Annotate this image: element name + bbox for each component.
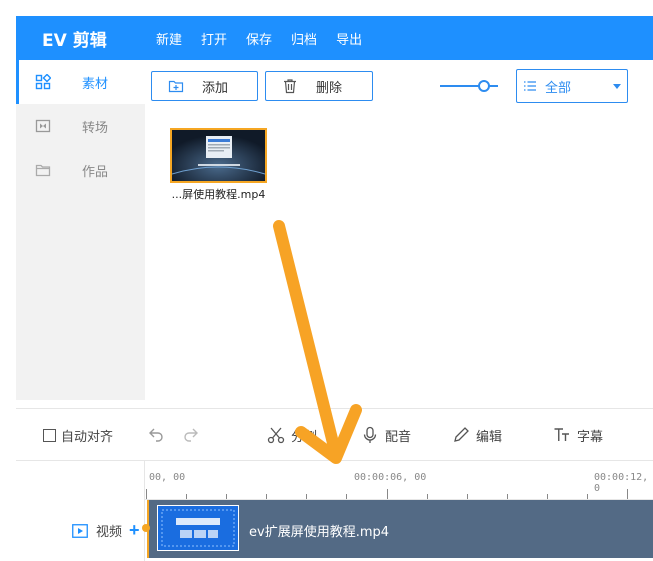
video-track-icon (72, 523, 88, 538)
add-folder-icon (168, 78, 184, 94)
ruler-tick (627, 489, 628, 499)
tick-label: 00, 00 (149, 472, 186, 483)
redo-icon (182, 425, 200, 446)
menu-new[interactable]: 新建 (156, 29, 182, 48)
pencil-icon (452, 426, 470, 444)
split-label: 分割 (291, 429, 318, 445)
sidebar-item-transitions[interactable]: 转场 (16, 104, 145, 148)
ruler-tick (186, 494, 187, 499)
dub-button[interactable]: 配音 (361, 409, 411, 461)
undo-icon (147, 425, 165, 446)
sidebar-item-label: 作品 (82, 164, 109, 180)
media-item-name: ...屏使用教程.mp4 (171, 188, 266, 201)
subtitle-button[interactable]: 字幕 (553, 409, 603, 461)
ruler-tick (547, 494, 548, 499)
zoom-slider-knob[interactable] (478, 80, 490, 92)
text-icon (553, 426, 571, 444)
auto-align-checkbox[interactable]: 自动对齐 (43, 409, 113, 461)
playhead-handle[interactable] (142, 524, 150, 532)
menu-export[interactable]: 导出 (336, 29, 362, 48)
menu-open[interactable]: 打开 (201, 29, 227, 48)
checkbox-box[interactable] (43, 428, 56, 442)
filter-select[interactable]: 全部 (516, 69, 628, 103)
folder-icon (35, 162, 51, 178)
add-button-label: 添加 (202, 80, 229, 96)
scissors-icon (267, 426, 285, 444)
sidebar-item-materials[interactable]: 素材 (16, 60, 145, 104)
edit-label: 编辑 (476, 429, 503, 445)
ruler-tick (387, 489, 388, 499)
grid-icon (35, 74, 51, 90)
menu-archive[interactable]: 归档 (291, 29, 317, 48)
chevron-down-icon (613, 83, 621, 89)
add-track-icon[interactable]: + (129, 520, 140, 541)
video-track-label: 视频 (96, 525, 123, 540)
sidebar: 素材 转场 作品 (16, 60, 145, 400)
ruler-tick (146, 489, 147, 499)
clip-name: ev扩展屏使用教程.mp4 (249, 525, 390, 540)
dub-label: 配音 (385, 429, 412, 445)
ruler-tick (467, 494, 468, 499)
subtitle-label: 字幕 (577, 429, 604, 445)
clip-thumbnail (157, 505, 239, 551)
ruler-tick (507, 494, 508, 499)
trash-icon (282, 78, 298, 94)
video-track-header: 视频 + (16, 500, 145, 561)
tick-label: 00:00:06, 00 (354, 472, 427, 483)
media-item[interactable]: ...屏使用教程.mp4 (170, 128, 267, 202)
menu-save[interactable]: 保存 (246, 29, 272, 48)
sidebar-item-label: 转场 (82, 120, 109, 136)
ruler-tick (587, 494, 588, 499)
edit-toolbar: 自动对齐 分割 配音 编辑 字幕 (16, 408, 653, 460)
video-clip[interactable]: ev扩展屏使用教程.mp4 (147, 500, 653, 558)
ruler-tick (226, 494, 227, 499)
sidebar-item-label: 素材 (82, 76, 109, 92)
microphone-icon (361, 426, 379, 444)
sidebar-item-works[interactable]: 作品 (16, 148, 145, 192)
app-logo: EV 剪辑 (42, 30, 107, 51)
ruler-tick (346, 494, 347, 499)
media-thumbnail (170, 128, 267, 183)
timeline-ruler[interactable]: 00, 00 00:00:06, 00 00:00:12, 0 (145, 460, 653, 500)
zoom-slider[interactable] (440, 80, 498, 92)
redo-button[interactable] (182, 409, 200, 461)
ruler-tick (306, 494, 307, 499)
app-window: EV 剪辑 新建 打开 保存 归档 导出 素材 转场 作品 添加 删除 全部 .… (0, 0, 653, 561)
add-button[interactable]: 添加 (151, 71, 258, 101)
list-icon (523, 79, 537, 93)
main-menu: 新建 打开 保存 归档 导出 (156, 29, 381, 48)
media-panel: 添加 删除 全部 ...屏使用教程.mp4 (145, 60, 653, 400)
transition-icon (35, 118, 51, 134)
ruler-spacer (16, 460, 145, 500)
delete-button-label: 删除 (316, 80, 343, 96)
tick-label: 00:00:12, 0 (594, 472, 649, 494)
undo-button[interactable] (147, 409, 165, 461)
filter-select-value: 全部 (545, 80, 572, 96)
auto-align-label: 自动对齐 (61, 429, 114, 445)
ruler-tick (427, 494, 428, 499)
delete-button[interactable]: 删除 (265, 71, 373, 101)
edit-button[interactable]: 编辑 (452, 409, 502, 461)
top-bar: EV 剪辑 新建 打开 保存 归档 导出 (16, 16, 653, 60)
split-button[interactable]: 分割 (267, 409, 317, 461)
ruler-tick (266, 494, 267, 499)
